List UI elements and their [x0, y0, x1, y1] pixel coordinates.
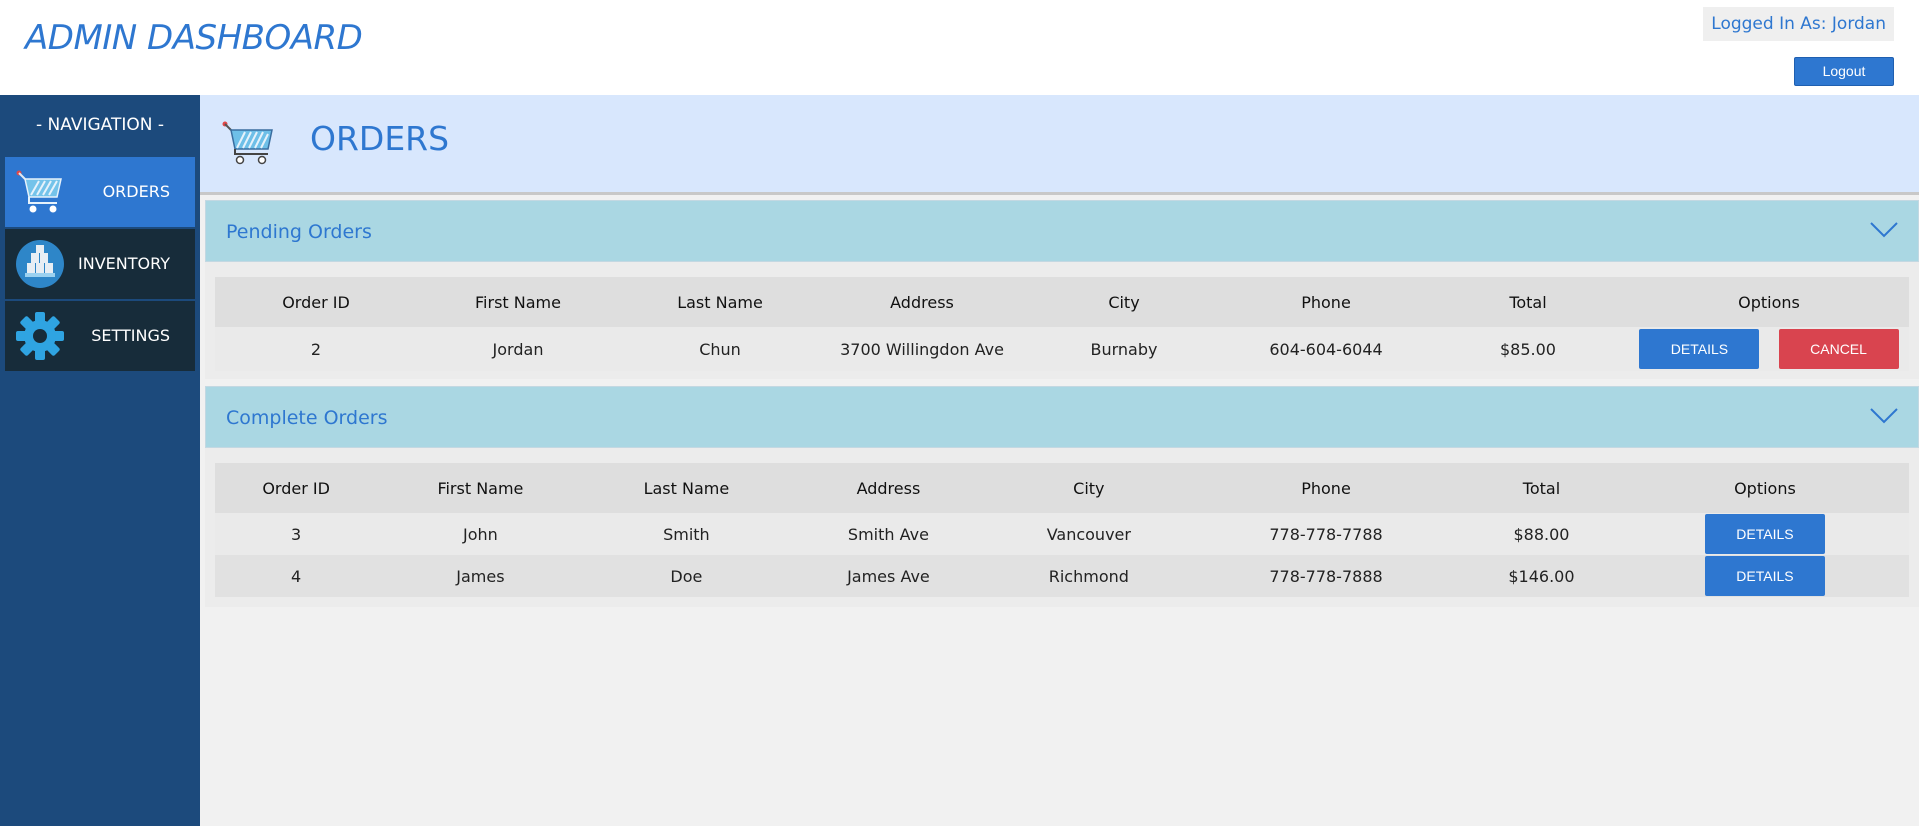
chevron-down-icon[interactable]: [1870, 407, 1898, 425]
gear-icon: [16, 312, 64, 360]
city-cell: Richmond: [987, 555, 1190, 597]
options-cell: DETAILS CANCEL: [1629, 327, 1909, 371]
column-header: Order ID: [215, 463, 378, 513]
column-header: Options: [1620, 463, 1909, 513]
column-header: City: [1023, 277, 1225, 327]
table-header-row: Order ID First Name Last Name Address Ci…: [215, 277, 1909, 327]
order-id-cell: 4: [215, 555, 378, 597]
total-cell: $85.00: [1427, 327, 1629, 371]
logged-in-status: Logged In As: Jordan: [1703, 7, 1894, 41]
boxes-icon: [16, 240, 64, 288]
order-id-cell: 3: [215, 513, 378, 555]
phone-cell: 778-778-7888: [1189, 555, 1463, 597]
first-name-cell: John: [377, 513, 584, 555]
cart-icon: [16, 170, 62, 213]
cancel-button[interactable]: CANCEL: [1778, 329, 1899, 369]
table-row: 2 Jordan Chun 3700 Willingdon Ave Burnab…: [215, 327, 1909, 371]
city-cell: Vancouver: [987, 513, 1190, 555]
column-header: Address: [821, 277, 1023, 327]
total-cell: $146.00: [1462, 555, 1621, 597]
brand-title: ADMIN DASHBOARD: [25, 18, 363, 58]
options-cell: DETAILS: [1620, 555, 1909, 597]
column-header: City: [987, 463, 1190, 513]
pending-orders-table-wrap: Order ID First Name Last Name Address Ci…: [205, 262, 1919, 379]
address-cell: James Ave: [789, 555, 988, 597]
complete-orders-table: Order ID First Name Last Name Address Ci…: [215, 463, 1909, 597]
column-header: Address: [789, 463, 988, 513]
first-name-cell: Jordan: [417, 327, 619, 371]
column-header: Phone: [1189, 463, 1463, 513]
sidebar-item-orders[interactable]: ORDERS: [5, 157, 195, 227]
details-button[interactable]: DETAILS: [1704, 556, 1825, 596]
sidebar-item-label: SETTINGS: [91, 326, 170, 345]
complete-orders-section: Complete Orders: [205, 386, 1919, 448]
column-header: Phone: [1225, 277, 1427, 327]
table-header-row: Order ID First Name Last Name Address Ci…: [215, 463, 1909, 513]
column-header: Total: [1462, 463, 1621, 513]
column-header: First Name: [417, 277, 619, 327]
page-title: ORDERS: [310, 119, 450, 158]
sidebar-item-settings[interactable]: SETTINGS: [5, 301, 195, 371]
sidebar: - NAVIGATION - ORDERS INVENTORY SETTINGS: [0, 95, 200, 826]
last-name-cell: Chun: [619, 327, 821, 371]
column-header: Total: [1427, 277, 1629, 327]
column-header: Options: [1629, 277, 1909, 327]
column-header: Order ID: [215, 277, 417, 327]
city-cell: Burnaby: [1023, 327, 1225, 371]
complete-orders-table-wrap: Order ID First Name Last Name Address Ci…: [205, 448, 1919, 607]
phone-cell: 778-778-7788: [1189, 513, 1463, 555]
top-header: ADMIN DASHBOARD Logged In As: Jordan Log…: [0, 0, 1919, 95]
sidebar-item-inventory[interactable]: INVENTORY: [5, 229, 195, 299]
total-cell: $88.00: [1462, 513, 1621, 555]
order-id-cell: 2: [215, 327, 417, 371]
address-cell: 3700 Willingdon Ave: [821, 327, 1023, 371]
column-header: Last Name: [583, 463, 790, 513]
last-name-cell: Smith: [583, 513, 790, 555]
address-cell: Smith Ave: [789, 513, 988, 555]
pending-orders-table: Order ID First Name Last Name Address Ci…: [215, 277, 1909, 371]
first-name-cell: James: [377, 555, 584, 597]
column-header: First Name: [377, 463, 584, 513]
last-name-cell: Doe: [583, 555, 790, 597]
chevron-down-icon[interactable]: [1870, 221, 1898, 239]
page-header: ORDERS: [200, 95, 1919, 195]
sidebar-item-label: ORDERS: [102, 182, 170, 201]
complete-orders-header[interactable]: Complete Orders: [205, 386, 1919, 448]
pending-orders-header[interactable]: Pending Orders: [205, 200, 1919, 262]
details-button[interactable]: DETAILS: [1639, 329, 1760, 369]
options-cell: DETAILS: [1620, 513, 1909, 555]
cart-icon: [222, 121, 273, 165]
details-button[interactable]: DETAILS: [1704, 514, 1825, 554]
column-header: Last Name: [619, 277, 821, 327]
logout-button[interactable]: Logout: [1794, 57, 1894, 86]
phone-cell: 604-604-6044: [1225, 327, 1427, 371]
table-row: 4 James Doe James Ave Richmond 778-778-7…: [215, 555, 1909, 597]
section-title: Complete Orders: [226, 407, 388, 429]
section-title: Pending Orders: [226, 221, 372, 243]
table-row: 3 John Smith Smith Ave Vancouver 778-778…: [215, 513, 1909, 555]
nav-title: - NAVIGATION -: [36, 115, 164, 135]
sidebar-item-label: INVENTORY: [78, 254, 170, 273]
